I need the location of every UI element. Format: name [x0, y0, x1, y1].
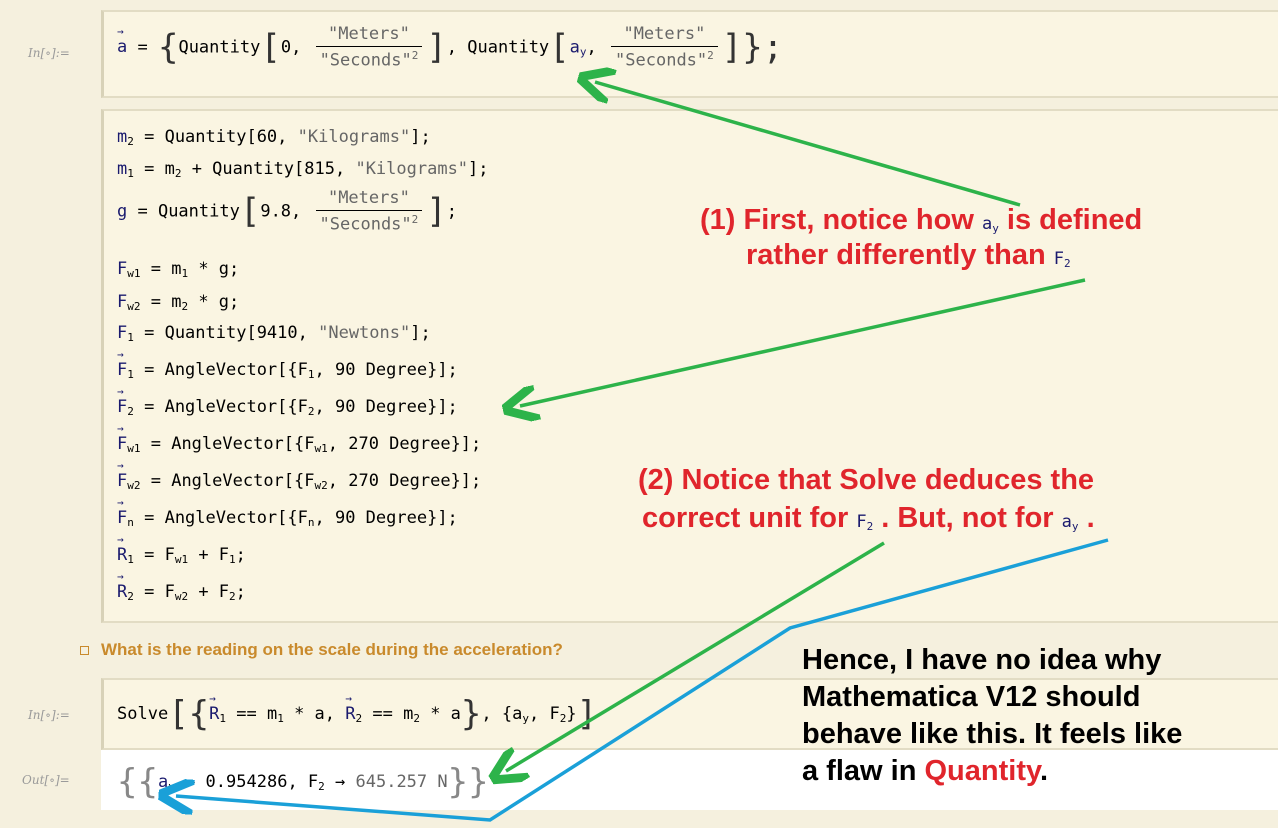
annotation-arrows [0, 0, 1109, 822]
arrow-ay-to-output [176, 538, 1109, 822]
arrow-f2-to-line [520, 278, 1086, 406]
arrow-f2-to-output [506, 541, 885, 771]
arrow-ay-to-cell1 [595, 82, 1021, 207]
